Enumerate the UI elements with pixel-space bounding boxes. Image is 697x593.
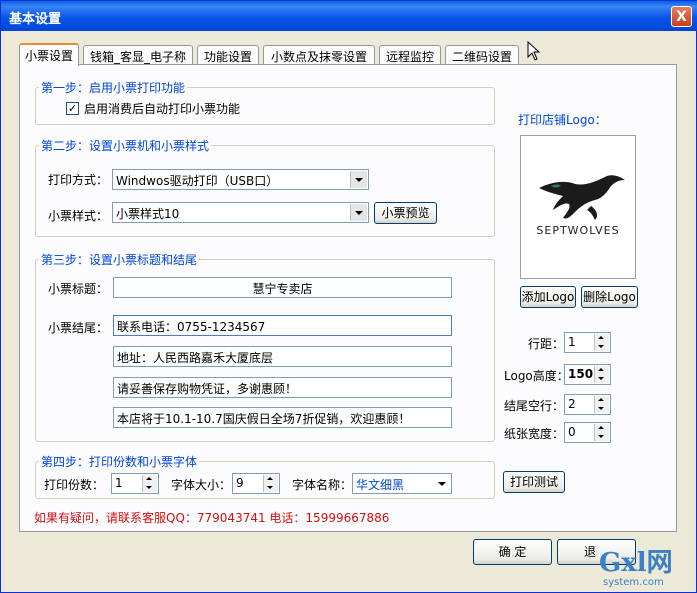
footer-line-4-input[interactable]: 本店将于10.1-10.7国庆假日全场7折促销，欢迎惠顾！ [113, 407, 452, 428]
watermark-sub: system.com [603, 577, 664, 588]
spin-arrows-icon[interactable] [594, 334, 609, 351]
step2-title: 第二步：设置小票机和小票样式 [39, 137, 212, 154]
font-name-value: 华文细黑 [356, 478, 405, 492]
line-spacing-stepper[interactable]: 1 [564, 332, 611, 353]
logo-preview: SEPTWOLVES [520, 135, 636, 279]
receipt-style-label: 小票样式： [48, 209, 109, 223]
settings-window: 基本设置 X 小票设置 钱箱_客显_电子称 功能设置 小数点及抹零设置 远程监控… [0, 0, 697, 593]
ok-button[interactable]: 确 定 [473, 539, 552, 565]
delete-logo-button[interactable]: 删除Logo [581, 286, 638, 308]
print-mode-value: Windwos驱动打印（USB口） [116, 174, 279, 188]
font-name-label: 字体名称： [292, 478, 353, 492]
window-title: 基本设置 [9, 12, 62, 27]
watermark-text: Gxl网 [599, 548, 673, 578]
footer-line-3-input[interactable]: 请妥善保存购物凭证，多谢惠顾！ [113, 377, 452, 398]
auto-print-label: 启用消费后自动打印小票功能 [84, 102, 241, 116]
paper-width-stepper[interactable]: 0 [564, 422, 611, 443]
print-mode-label: 打印方式： [48, 173, 109, 187]
copies-stepper[interactable]: 1 [111, 473, 159, 494]
paper-width-value: 0 [568, 425, 576, 439]
copies-label: 打印份数： [44, 478, 105, 492]
close-button[interactable]: X [671, 6, 692, 27]
tab-decimal-rounding[interactable]: 小数点及抹零设置 [263, 45, 375, 64]
step3-title: 第三步：设置小票标题和结尾 [39, 251, 200, 268]
spin-arrows-icon[interactable] [142, 475, 157, 492]
chevron-down-icon [350, 171, 367, 188]
tab-receipt-settings[interactable]: 小票设置 [19, 43, 79, 66]
chevron-down-icon [434, 475, 450, 492]
logo-brand-text: SEPTWOLVES [536, 224, 620, 237]
tab-function-settings[interactable]: 功能设置 [197, 45, 259, 64]
site-watermark: Gxl网 system.com [599, 549, 695, 593]
print-mode-select[interactable]: Windwos驱动打印（USB口） [112, 169, 369, 190]
contact-note: 如果有疑问，请联系客服QQ：779043741 电话：15999667886 [34, 511, 390, 525]
step4-title: 第四步：打印份数和小票字体 [39, 453, 200, 470]
receipt-title-label: 小票标题： [48, 282, 109, 296]
end-blank-lines-stepper[interactable]: 2 [564, 394, 611, 415]
end-blank-lines-value: 2 [568, 397, 576, 411]
logo-height-value: 150 [568, 367, 594, 381]
font-size-stepper[interactable]: 9 [232, 473, 280, 494]
footer-line-1-input[interactable]: 联系电话：0755-1234567 [113, 315, 452, 336]
spin-arrows-icon[interactable] [594, 424, 609, 441]
font-name-select[interactable]: 华文细黑 [352, 473, 452, 494]
receipt-style-select[interactable]: 小票样式10 [112, 202, 369, 223]
spin-arrows-icon[interactable] [263, 475, 278, 492]
test-print-button[interactable]: 打印测试 [503, 471, 565, 493]
receipt-preview-button[interactable]: 小票预览 [374, 202, 437, 224]
font-size-value: 9 [236, 476, 244, 490]
logo-height-label: Logo高度： [504, 369, 569, 383]
auto-print-checkbox[interactable]: ✓ [66, 102, 79, 115]
tab-qrcode-settings[interactable]: 二维码设置 [445, 45, 519, 64]
tab-cashbox-display-scale[interactable]: 钱箱_客显_电子称 [83, 45, 193, 64]
logo-section-title: 打印店铺Logo： [518, 113, 607, 127]
end-blank-lines-label: 结尾空行： [504, 399, 565, 413]
font-size-label: 字体大小： [171, 478, 232, 492]
line-spacing-value: 1 [568, 335, 576, 349]
spin-arrows-icon[interactable] [594, 366, 609, 383]
footer-line-2-input[interactable]: 地址：人民西路嘉禾大厦底层 [113, 346, 452, 367]
step1-title: 第一步：启用小票打印功能 [39, 79, 188, 96]
paper-width-label: 纸张宽度： [504, 427, 565, 441]
copies-value: 1 [115, 476, 123, 490]
title-bar[interactable]: 基本设置 X [1, 1, 697, 31]
spin-arrows-icon[interactable] [594, 396, 609, 413]
receipt-title-input[interactable]: 慧宁专卖店 [113, 277, 452, 298]
add-logo-button[interactable]: 添加Logo [520, 286, 576, 308]
mouse-cursor-icon [527, 41, 541, 61]
chevron-down-icon [350, 204, 367, 221]
wolf-logo-icon [539, 175, 625, 220]
receipt-footer-label: 小票结尾： [48, 321, 109, 335]
line-spacing-label: 行距： [528, 337, 565, 351]
logo-height-stepper[interactable]: 150 [564, 364, 611, 385]
tab-remote-monitor[interactable]: 远程监控 [379, 45, 441, 64]
receipt-style-value: 小票样式10 [116, 207, 180, 221]
